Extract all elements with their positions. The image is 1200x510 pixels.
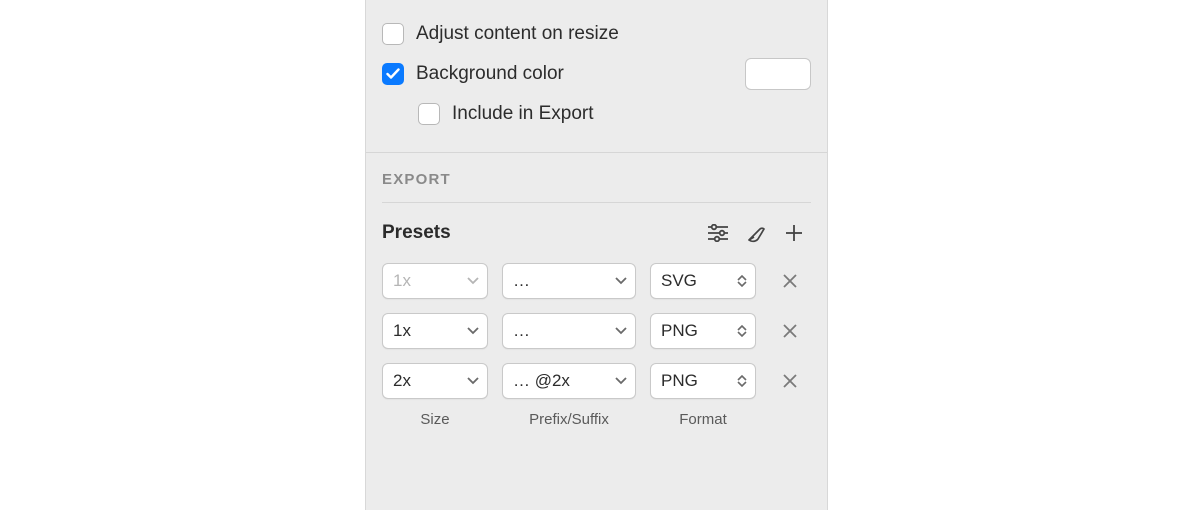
- presets-header-row: Presets: [382, 219, 811, 247]
- stepper-icon: [737, 375, 747, 387]
- remove-preset-button[interactable]: [770, 363, 810, 399]
- size-value: 1x: [393, 271, 411, 291]
- format-select[interactable]: PNG: [650, 313, 756, 349]
- prefix-select[interactable]: … @2x: [502, 363, 636, 399]
- size-select[interactable]: 1x: [382, 263, 488, 299]
- inspector-panel: Adjust content on resize Background colo…: [365, 0, 828, 510]
- preset-row: 2x … @2x PNG: [382, 363, 811, 399]
- chevron-down-icon: [615, 277, 627, 285]
- check-icon: [386, 68, 400, 80]
- adjust-content-label: Adjust content on resize: [416, 23, 811, 45]
- chevron-down-icon: [467, 377, 479, 385]
- adjust-content-row: Adjust content on resize: [382, 14, 811, 54]
- size-value: 2x: [393, 371, 411, 391]
- presets-settings-button[interactable]: [701, 219, 735, 247]
- prefix-column-label: Prefix/Suffix: [502, 411, 636, 428]
- format-value: PNG: [661, 321, 698, 341]
- chevron-down-icon: [467, 277, 479, 285]
- prefix-value: …: [513, 321, 530, 341]
- size-select[interactable]: 2x: [382, 363, 488, 399]
- background-color-row: Background color: [382, 54, 811, 94]
- remove-preset-button[interactable]: [770, 313, 810, 349]
- preset-column-labels: Size Prefix/Suffix Format .: [382, 411, 811, 428]
- include-export-row: Include in Export: [382, 94, 811, 134]
- size-select[interactable]: 1x: [382, 313, 488, 349]
- close-icon: [782, 273, 798, 289]
- background-color-checkbox[interactable]: [382, 63, 404, 85]
- size-value: 1x: [393, 321, 411, 341]
- format-value: SVG: [661, 271, 697, 291]
- chevron-down-icon: [615, 327, 627, 335]
- size-column-label: Size: [382, 411, 488, 428]
- prefix-select[interactable]: …: [502, 263, 636, 299]
- presets-knife-button[interactable]: [739, 219, 773, 247]
- prefix-value: … @2x: [513, 371, 570, 391]
- include-export-checkbox[interactable]: [418, 103, 440, 125]
- preset-row: 1x … PNG: [382, 313, 811, 349]
- export-section: EXPORT Presets: [366, 153, 827, 436]
- format-column-label: Format: [650, 411, 756, 428]
- stepper-icon: [737, 275, 747, 287]
- format-select[interactable]: PNG: [650, 363, 756, 399]
- prefix-value: …: [513, 271, 530, 291]
- knife-icon: [745, 222, 767, 244]
- presets-title: Presets: [382, 222, 697, 244]
- adjust-content-checkbox[interactable]: [382, 23, 404, 45]
- include-export-label: Include in Export: [452, 103, 811, 125]
- prefix-select[interactable]: …: [502, 313, 636, 349]
- background-color-swatch[interactable]: [745, 58, 811, 90]
- artboard-options: Adjust content on resize Background colo…: [366, 0, 827, 153]
- format-value: PNG: [661, 371, 698, 391]
- close-icon: [782, 373, 798, 389]
- chevron-down-icon: [615, 377, 627, 385]
- format-select[interactable]: SVG: [650, 263, 756, 299]
- remove-preset-button[interactable]: [770, 263, 810, 299]
- plus-icon: [784, 223, 804, 243]
- export-header: EXPORT: [382, 171, 811, 203]
- preset-row: 1x … SVG: [382, 263, 811, 299]
- chevron-down-icon: [467, 327, 479, 335]
- add-preset-button[interactable]: [777, 219, 811, 247]
- background-color-label: Background color: [416, 63, 745, 85]
- sliders-icon: [707, 224, 729, 242]
- close-icon: [782, 323, 798, 339]
- stepper-icon: [737, 325, 747, 337]
